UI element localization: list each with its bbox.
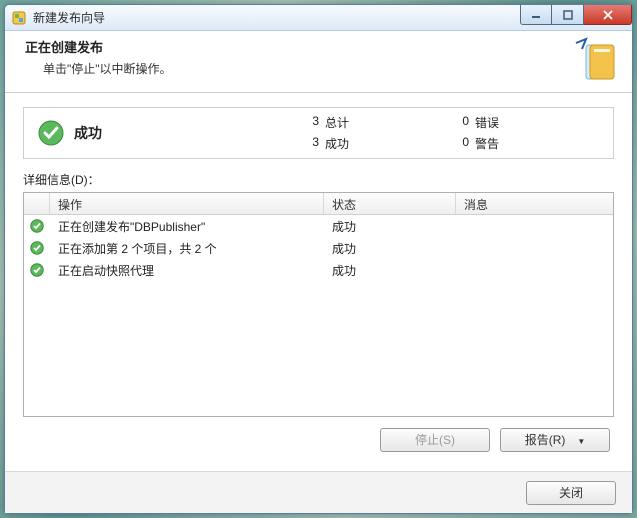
maximize-icon: [563, 10, 573, 20]
details-grid: 操作 状态 消息 正在创建发布"DBPublisher"成功正在添加第 2 个项…: [23, 192, 614, 417]
row-success-icon: [24, 219, 50, 233]
summary-box: 成功 3总计 3成功 0错误 0警告: [23, 107, 614, 159]
stop-button-label: 停止(S): [415, 433, 455, 447]
report-button[interactable]: 报告(R) ▼: [500, 428, 610, 452]
footer: 关闭: [5, 471, 632, 513]
app-icon: [11, 10, 27, 26]
titlebar[interactable]: 新建发布向导: [5, 5, 632, 31]
stop-button[interactable]: 停止(S): [380, 428, 490, 452]
row-success-icon: [24, 263, 50, 277]
total-label: 总计: [325, 114, 349, 131]
grid-header: 操作 状态 消息: [24, 193, 613, 215]
report-button-label: 报告(R): [525, 433, 566, 447]
col-message[interactable]: 消息: [456, 193, 613, 214]
page-title: 正在创建发布: [25, 37, 616, 56]
row-status: 成功: [324, 262, 456, 279]
header-icon: [572, 37, 618, 83]
action-buttons: 停止(S) 报告(R) ▼: [23, 417, 614, 461]
row-status: 成功: [324, 240, 456, 257]
page-header: 正在创建发布 单击"停止"以中断操作。: [5, 31, 632, 93]
table-row[interactable]: 正在启动快照代理成功: [24, 259, 613, 281]
warning-label: 警告: [475, 135, 499, 152]
error-label: 错误: [475, 114, 499, 131]
close-wizard-button[interactable]: 关闭: [526, 481, 616, 505]
close-button-label: 关闭: [559, 486, 583, 500]
row-operation: 正在添加第 2 个项目，共 2 个: [50, 240, 324, 257]
maximize-button[interactable]: [552, 5, 584, 25]
error-count: 0: [449, 114, 469, 131]
chevron-down-icon: ▼: [577, 437, 585, 446]
col-icon[interactable]: [24, 193, 50, 214]
minimize-button[interactable]: [520, 5, 552, 25]
details-label: 详细信息(D)：: [23, 171, 614, 188]
wizard-window: 新建发布向导 正在创建发布 单击"停止"以中断操作。: [4, 4, 633, 514]
success-count: 3: [299, 135, 319, 152]
close-button[interactable]: [584, 5, 632, 25]
grid-body: 正在创建发布"DBPublisher"成功正在添加第 2 个项目，共 2 个成功…: [24, 215, 613, 416]
page-subtitle: 单击"停止"以中断操作。: [43, 60, 616, 77]
col-status[interactable]: 状态: [324, 193, 456, 214]
minimize-icon: [531, 10, 541, 20]
col-operation[interactable]: 操作: [50, 193, 324, 214]
success-icon: [38, 120, 64, 146]
warning-count: 0: [449, 135, 469, 152]
close-icon: [602, 9, 614, 21]
row-success-icon: [24, 241, 50, 255]
window-buttons: [520, 5, 632, 25]
success-label: 成功: [325, 135, 349, 152]
row-status: 成功: [324, 218, 456, 235]
table-row[interactable]: 正在添加第 2 个项目，共 2 个成功: [24, 237, 613, 259]
row-operation: 正在创建发布"DBPublisher": [50, 218, 324, 235]
page-body: 成功 3总计 3成功 0错误 0警告 详细信息(D)： 操作 状态 消息 正在创…: [5, 93, 632, 471]
window-title: 新建发布向导: [33, 9, 105, 26]
table-row[interactable]: 正在创建发布"DBPublisher"成功: [24, 215, 613, 237]
summary-status: 成功: [74, 123, 299, 143]
row-operation: 正在启动快照代理: [50, 262, 324, 279]
total-count: 3: [299, 114, 319, 131]
